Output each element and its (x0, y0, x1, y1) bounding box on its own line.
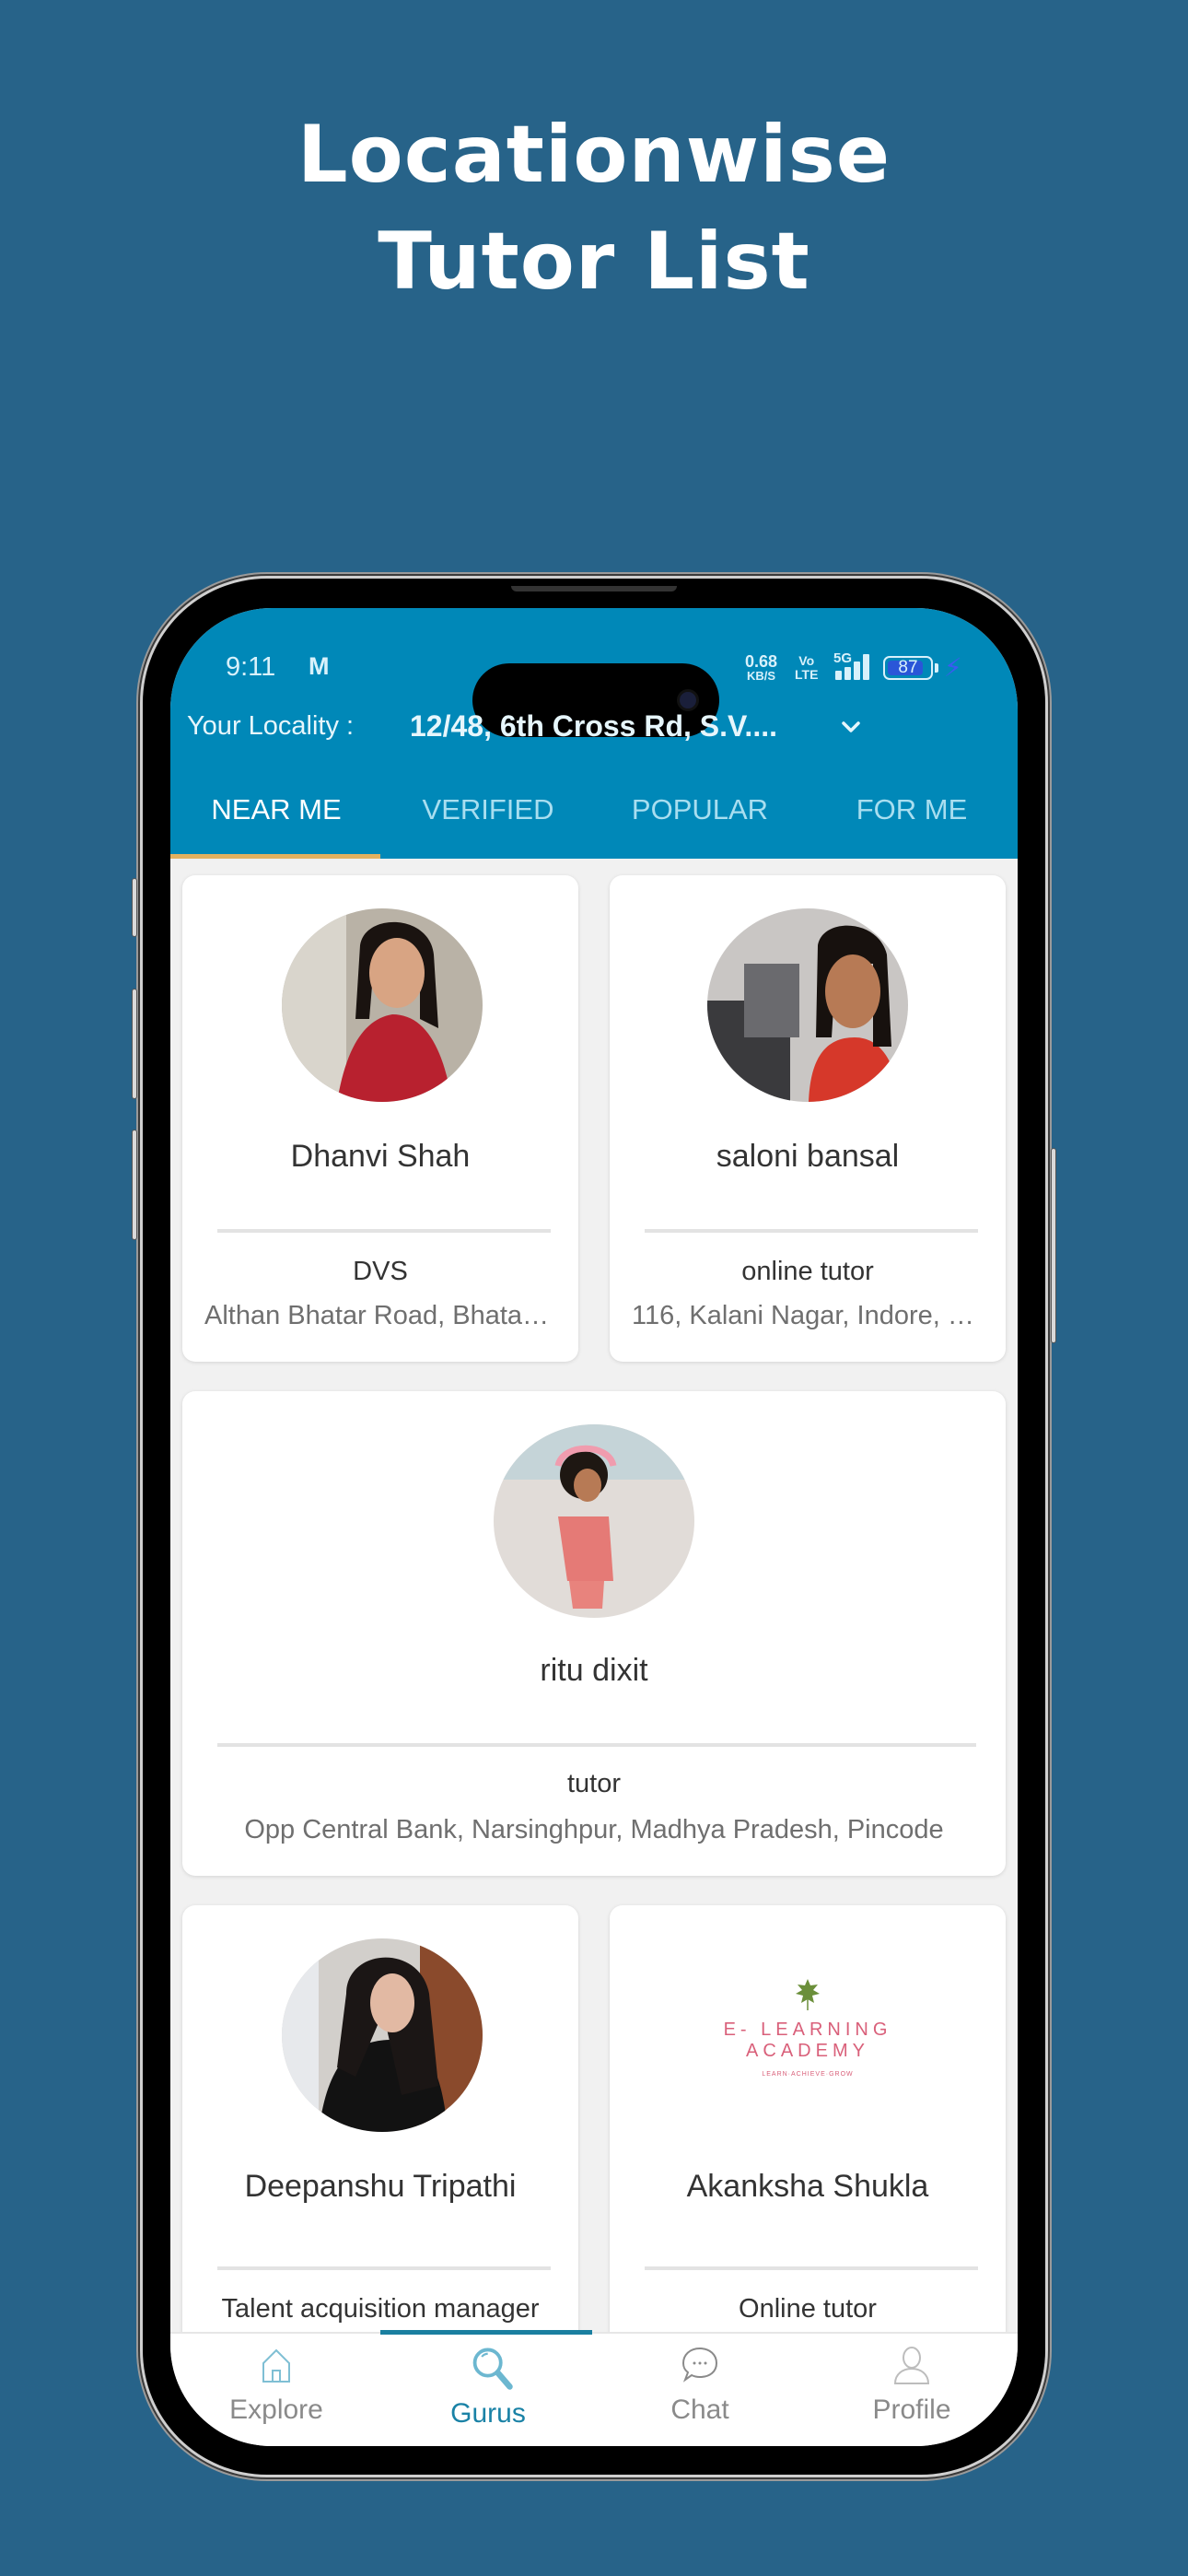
tutor-avatar (707, 908, 908, 1102)
card-divider (217, 1229, 551, 1233)
tab-verified[interactable]: VERIFIED (382, 772, 594, 859)
app-screen: 9:11 M 0.68 KB/S Vo LTE 5G 87 ⚡ Your Loc… (170, 608, 1018, 2446)
logo-tagline: LEARN·ACHIEVE·GROW (762, 2071, 854, 2078)
nav-gurus[interactable]: Gurus (382, 2334, 594, 2446)
logo-line-1: E- LEARNING (723, 2020, 892, 2040)
card-divider (217, 2266, 551, 2270)
promo-title-line-1: Locationwise (297, 109, 891, 201)
leaf-icon (796, 1979, 820, 2010)
tutor-card[interactable]: saloni bansal online tutor 116, Kalani N… (610, 875, 1006, 1362)
power-button (1051, 1148, 1056, 1343)
search-icon (472, 2348, 513, 2390)
tutor-title: DVS (353, 1257, 408, 1286)
nav-chat[interactable]: Chat (594, 2334, 806, 2446)
status-time: 9:11 (226, 652, 276, 682)
chat-bubble-icon (681, 2347, 718, 2383)
charging-bolt-icon: ⚡ (944, 653, 962, 682)
signal-icon: 5G (833, 650, 874, 684)
nav-label: Explore (229, 2395, 323, 2425)
tutor-card[interactable]: Deepanshu Tripathi Talent acquisition ma… (182, 1905, 578, 2348)
tutor-name: Akanksha Shukla (686, 2169, 929, 2204)
promo-title: Locationwise Tutor List (0, 101, 1188, 315)
academy-logo: E- LEARNING ACADEMY LEARN·ACHIEVE·GROW (683, 1979, 932, 2108)
nav-explore[interactable]: Explore (170, 2334, 382, 2446)
tab-for-me[interactable]: FOR ME (806, 772, 1018, 859)
tutor-avatar (282, 908, 483, 1102)
tab-near-me[interactable]: NEAR ME (170, 772, 382, 859)
gmail-icon: M (309, 652, 329, 680)
card-divider (645, 1229, 978, 1233)
tutor-card[interactable]: ritu dixit tutor Opp Central Bank, Narsi… (182, 1391, 1006, 1876)
tutor-list: Dhanvi Shah DVS Althan Bhatar Road, Bhat… (170, 859, 1018, 2348)
locality-label: Your Locality : (187, 711, 355, 741)
app-header: 9:11 M 0.68 KB/S Vo LTE 5G 87 ⚡ Your Loc… (170, 608, 1018, 859)
battery-level: 87 (898, 658, 918, 677)
tutor-title: tutor (566, 1769, 622, 1798)
logo-line-2: ACADEMY (746, 2041, 869, 2061)
battery-icon: 87 (883, 656, 933, 680)
card-divider (645, 2266, 978, 2270)
tutor-card[interactable]: Dhanvi Shah DVS Althan Bhatar Road, Bhat… (182, 875, 578, 1362)
tutor-title: Online tutor (739, 2294, 877, 2324)
tutor-name: Dhanvi Shah (290, 1139, 471, 1174)
volume-up-button (132, 989, 137, 1099)
bottom-nav: Explore Gurus Chat Profile (170, 2330, 1018, 2446)
tutor-card[interactable]: E- LEARNING ACADEMY LEARN·ACHIEVE·GROW A… (610, 1905, 1006, 2348)
nav-profile[interactable]: Profile (806, 2334, 1018, 2446)
home-icon (262, 2348, 290, 2383)
nav-label: Profile (872, 2395, 951, 2425)
locality-selector[interactable]: Your Locality : 12/48, 6th Cross Rd, S.V… (187, 700, 997, 755)
tutor-name: Deepanshu Tripathi (244, 2169, 517, 2204)
tutor-avatar (494, 1424, 694, 1618)
action-button (132, 878, 137, 937)
tutor-address: 116, Kalani Nagar, Indore, Madhya Prades… (632, 1301, 1006, 1330)
tutor-address: Althan Bhatar Road, Bhatar, Surat, Gujar… (204, 1301, 578, 1330)
volume-down-button (132, 1130, 137, 1240)
promo-title-line-2: Tutor List (378, 216, 810, 308)
tutor-name: saloni bansal (716, 1139, 900, 1174)
earpiece (511, 586, 677, 591)
tutor-title: online tutor (741, 1257, 874, 1286)
nav-label: Chat (670, 2395, 729, 2425)
tutor-address: Opp Central Bank, Narsinghpur, Madhya Pr… (244, 1815, 944, 1844)
nav-label: Gurus (450, 2398, 526, 2429)
card-divider (217, 1743, 976, 1747)
tutor-title: Talent acquisition manager (221, 2294, 540, 2324)
phone-frame: 9:11 M 0.68 KB/S Vo LTE 5G 87 ⚡ Your Loc… (132, 579, 1056, 2475)
volte-icon: Vo LTE (795, 653, 819, 682)
status-bar: 9:11 M 0.68 KB/S Vo LTE 5G 87 ⚡ (170, 641, 1018, 737)
locality-value[interactable]: 12/48, 6th Cross Rd, S.V.... (410, 709, 777, 744)
tutor-avatar (282, 1938, 483, 2132)
battery-tip (935, 663, 938, 673)
user-icon (893, 2347, 930, 2384)
network-speed: 0.68 KB/S (745, 652, 778, 683)
tab-popular[interactable]: POPULAR (594, 772, 806, 859)
tab-bar: NEAR ME VERIFIED POPULAR FOR ME (170, 772, 1018, 859)
tutor-name: ritu dixit (540, 1653, 648, 1688)
chevron-down-icon[interactable] (837, 713, 865, 741)
